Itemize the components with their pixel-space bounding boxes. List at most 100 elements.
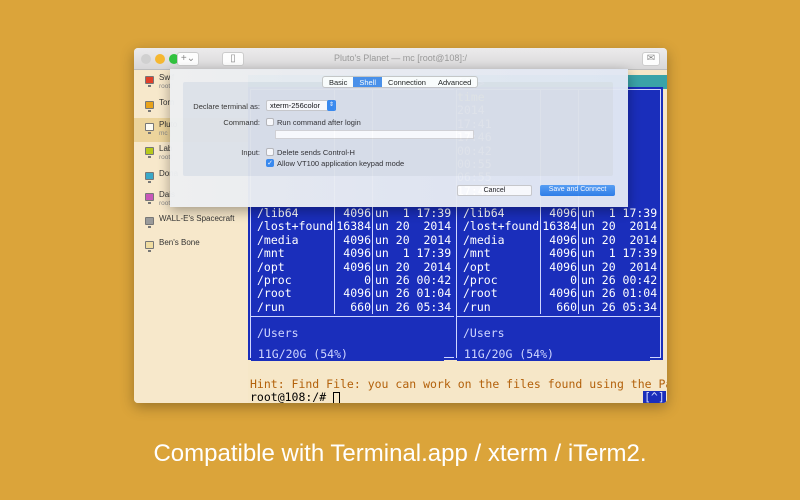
delete-control-h-checkbox[interactable] — [266, 148, 274, 156]
sidebar-item-name: Ben's Bone — [159, 238, 200, 247]
run-command-label: Run command after login — [277, 118, 361, 127]
file-row[interactable]: /media 4096 un 20 2014 — [251, 232, 454, 247]
declare-label: Declare terminal as: — [193, 102, 260, 111]
file-date: un 26 00:42 — [581, 273, 658, 287]
file-date: un 20 2014 — [581, 259, 658, 274]
file-date: un 1 17:39 — [581, 246, 658, 261]
prompt-badge[interactable]: [^] — [643, 391, 666, 403]
tab-basic[interactable]: Basic — [323, 77, 353, 87]
tab-shell[interactable]: Shell — [353, 77, 383, 87]
server-icon — [145, 241, 154, 252]
cancel-button[interactable]: Cancel — [457, 185, 532, 196]
status-path: /Users — [463, 326, 505, 340]
file-name: /opt — [463, 259, 491, 274]
file-date: un 1 17:39 — [375, 246, 452, 261]
file-row[interactable]: /lost+found 16384 un 20 2014 — [457, 219, 660, 234]
file-size: 660 — [556, 299, 577, 314]
file-name: /run — [257, 299, 285, 314]
tab-connection[interactable]: Connection — [382, 77, 432, 87]
tab-bar: Basic Shell Connection Advanced — [322, 76, 479, 88]
delete-label: Delete sends Control-H — [277, 148, 355, 157]
file-size: 4096 — [343, 206, 371, 220]
file-date: un 20 2014 — [375, 219, 452, 234]
status-divider — [457, 316, 660, 317]
file-size: 4096 — [549, 286, 577, 301]
command-label: Command: — [223, 118, 260, 127]
server-icon — [145, 147, 154, 158]
server-icon — [145, 123, 154, 134]
file-name: /lost+found — [463, 219, 540, 234]
caption: Compatible with Terminal.app / xterm / i… — [153, 440, 647, 467]
file-date: un 1 17:39 — [581, 206, 658, 220]
file-row[interactable]: /mnt 4096 un 1 17:39 — [457, 246, 660, 261]
tab-advanced[interactable]: Advanced — [432, 77, 477, 87]
connection-settings-dialog: Basic Shell Connection Advanced Declare ter… — [170, 69, 628, 207]
file-size: 4096 — [549, 259, 577, 274]
disk-usage: 11G/20G (54%) — [251, 347, 444, 362]
input-label: Input: — [241, 148, 260, 157]
save-and-connect-button[interactable]: Save and Connect — [540, 185, 615, 196]
file-row[interactable]: /proc 0 un 26 00:42 — [251, 273, 454, 287]
file-row[interactable]: /root 4096 un 26 01:04 — [457, 286, 660, 301]
file-name: /root — [257, 286, 292, 301]
mail-icon[interactable]: ✉ — [642, 52, 660, 66]
file-size: 660 — [350, 299, 371, 314]
file-date: un 1 17:39 — [375, 206, 452, 220]
terminal-type-value: xterm-256color — [270, 101, 321, 110]
file-row[interactable]: /proc 0 un 26 00:42 — [457, 273, 660, 287]
terminal-type-select[interactable]: xterm-256color ⇕ — [266, 100, 336, 111]
vt100-label: Allow VT100 application keypad mode — [277, 159, 405, 168]
file-row[interactable]: /media 4096 un 20 2014 — [457, 232, 660, 247]
sidebar-item[interactable]: Ben's Bone — [134, 236, 248, 260]
file-row[interactable]: /run 660 un 26 05:34 — [457, 299, 660, 314]
server-icon — [145, 172, 154, 183]
file-row[interactable]: /mnt 4096 un 1 17:39 — [251, 246, 454, 261]
server-icon — [145, 217, 154, 228]
prompt-line[interactable]: root@108:/# — [250, 390, 341, 404]
file-size: 4096 — [549, 232, 577, 247]
file-date: un 26 01:04 — [581, 286, 658, 301]
file-date: un 26 00:42 — [375, 273, 452, 287]
file-name: /lost+found — [257, 219, 334, 234]
file-name: /opt — [257, 259, 285, 274]
command-input[interactable] — [275, 130, 474, 139]
title-bar: +⌄ ▯ Pluto's Planet — mc [root@108]:/ ✉ — [134, 48, 667, 70]
file-name: /root — [463, 286, 498, 301]
file-name: /mnt — [463, 246, 491, 261]
file-row[interactable]: /lost+found 16384 un 20 2014 — [251, 219, 454, 234]
file-row[interactable]: /run 660 un 26 05:34 — [251, 299, 454, 314]
file-row[interactable]: /root 4096 un 26 01:04 — [251, 286, 454, 301]
window-title: Pluto's Planet — mc [root@108]:/ — [334, 53, 467, 63]
file-date: un 26 05:34 — [581, 299, 658, 314]
server-icon — [145, 193, 154, 204]
disk-usage: 11G/20G (54%) — [457, 347, 650, 362]
file-name: /lib64 — [463, 206, 505, 220]
file-size: 4096 — [343, 246, 371, 261]
server-icon — [145, 101, 154, 112]
file-row[interactable]: /lib64 4096 un 1 17:39 — [457, 206, 660, 220]
file-size: 4096 — [343, 232, 371, 247]
file-row[interactable]: /opt 4096 un 20 2014 — [457, 259, 660, 274]
file-size: 4096 — [343, 259, 371, 274]
prompt: root@108:/# — [250, 390, 334, 404]
server-icon — [145, 76, 154, 87]
file-name: /run — [463, 299, 491, 314]
file-row[interactable]: /lib64 4096 un 1 17:39 — [251, 206, 454, 220]
sidebar-item[interactable]: WALL-E's Spacecraft — [134, 212, 248, 236]
file-date: un 20 2014 — [375, 232, 452, 247]
file-name: /media — [257, 232, 299, 247]
file-date: un 20 2014 — [375, 259, 452, 274]
file-date: un 26 05:34 — [375, 299, 452, 314]
vt100-checkbox[interactable]: ✓ — [266, 159, 274, 167]
file-name: /proc — [257, 273, 292, 287]
sidebar-item-name: WALL-E's Spacecraft — [159, 214, 235, 223]
run-command-checkbox[interactable] — [266, 118, 274, 126]
file-row[interactable]: /opt 4096 un 20 2014 — [251, 259, 454, 274]
file-name: /lib64 — [257, 206, 299, 220]
file-name: /proc — [463, 273, 498, 287]
file-date: un 20 2014 — [581, 219, 658, 234]
file-name: /media — [463, 232, 505, 247]
file-size: 16384 — [336, 219, 371, 234]
file-size: 4096 — [343, 286, 371, 301]
status-divider — [251, 316, 454, 317]
